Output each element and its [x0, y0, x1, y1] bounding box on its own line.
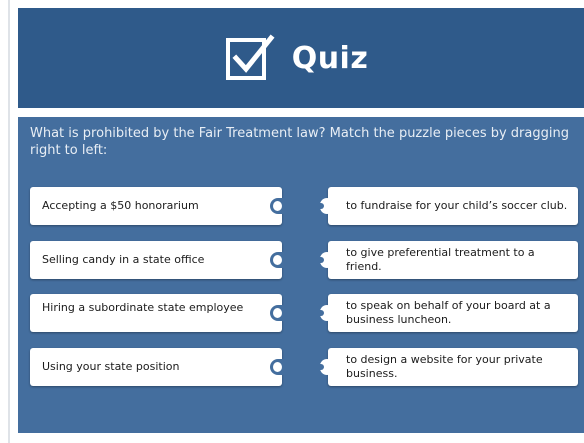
left-piece-label: Selling candy in a state office — [42, 253, 205, 266]
puzzle-socket — [270, 252, 284, 268]
right-piece-label: to speak on behalf of your board at a bu… — [346, 299, 551, 326]
right-puzzle-piece[interactable]: to give preferential treatment to a frie… — [319, 241, 578, 279]
left-puzzle-piece: Hiring a subordinate state employee — [30, 294, 284, 332]
puzzle-tab — [319, 252, 334, 268]
puzzle-tab — [319, 305, 334, 321]
puzzle-tab — [319, 198, 334, 214]
puzzle-socket — [270, 305, 284, 321]
question-text: What is prohibited by the Fair Treatment… — [30, 126, 569, 158]
left-piece-label: Hiring a subordinate state employee — [42, 301, 244, 314]
frame-border — [8, 0, 10, 443]
header-content: Quiz — [18, 8, 584, 108]
puzzle-tab — [319, 359, 334, 375]
puzzle-socket — [270, 359, 284, 375]
right-puzzle-piece[interactable]: to fundraise for your child’s soccer clu… — [319, 187, 578, 225]
checkbox-check-icon — [225, 34, 275, 80]
right-piece-label: to give preferential treatment to a frie… — [346, 246, 535, 273]
page-title: Quiz — [291, 40, 369, 76]
left-puzzle-piece: Selling candy in a state office — [30, 241, 284, 279]
quiz-header: Quiz — [18, 8, 584, 108]
right-puzzle-piece[interactable]: to speak on behalf of your board at a bu… — [319, 294, 578, 332]
left-piece-label: Accepting a $50 honorarium — [42, 199, 199, 212]
right-piece-label: to fundraise for your child’s soccer clu… — [346, 199, 568, 212]
quiz-panel: What is prohibited by the Fair Treatment… — [18, 117, 584, 433]
right-puzzle-piece[interactable]: to design a website for your private bus… — [319, 348, 578, 386]
left-puzzle-piece: Using your state position — [30, 348, 284, 386]
puzzle-socket — [270, 198, 284, 214]
right-piece-label: to design a website for your private bus… — [346, 353, 543, 380]
left-puzzle-piece: Accepting a $50 honorarium — [30, 187, 284, 225]
left-piece-label: Using your state position — [42, 360, 180, 373]
